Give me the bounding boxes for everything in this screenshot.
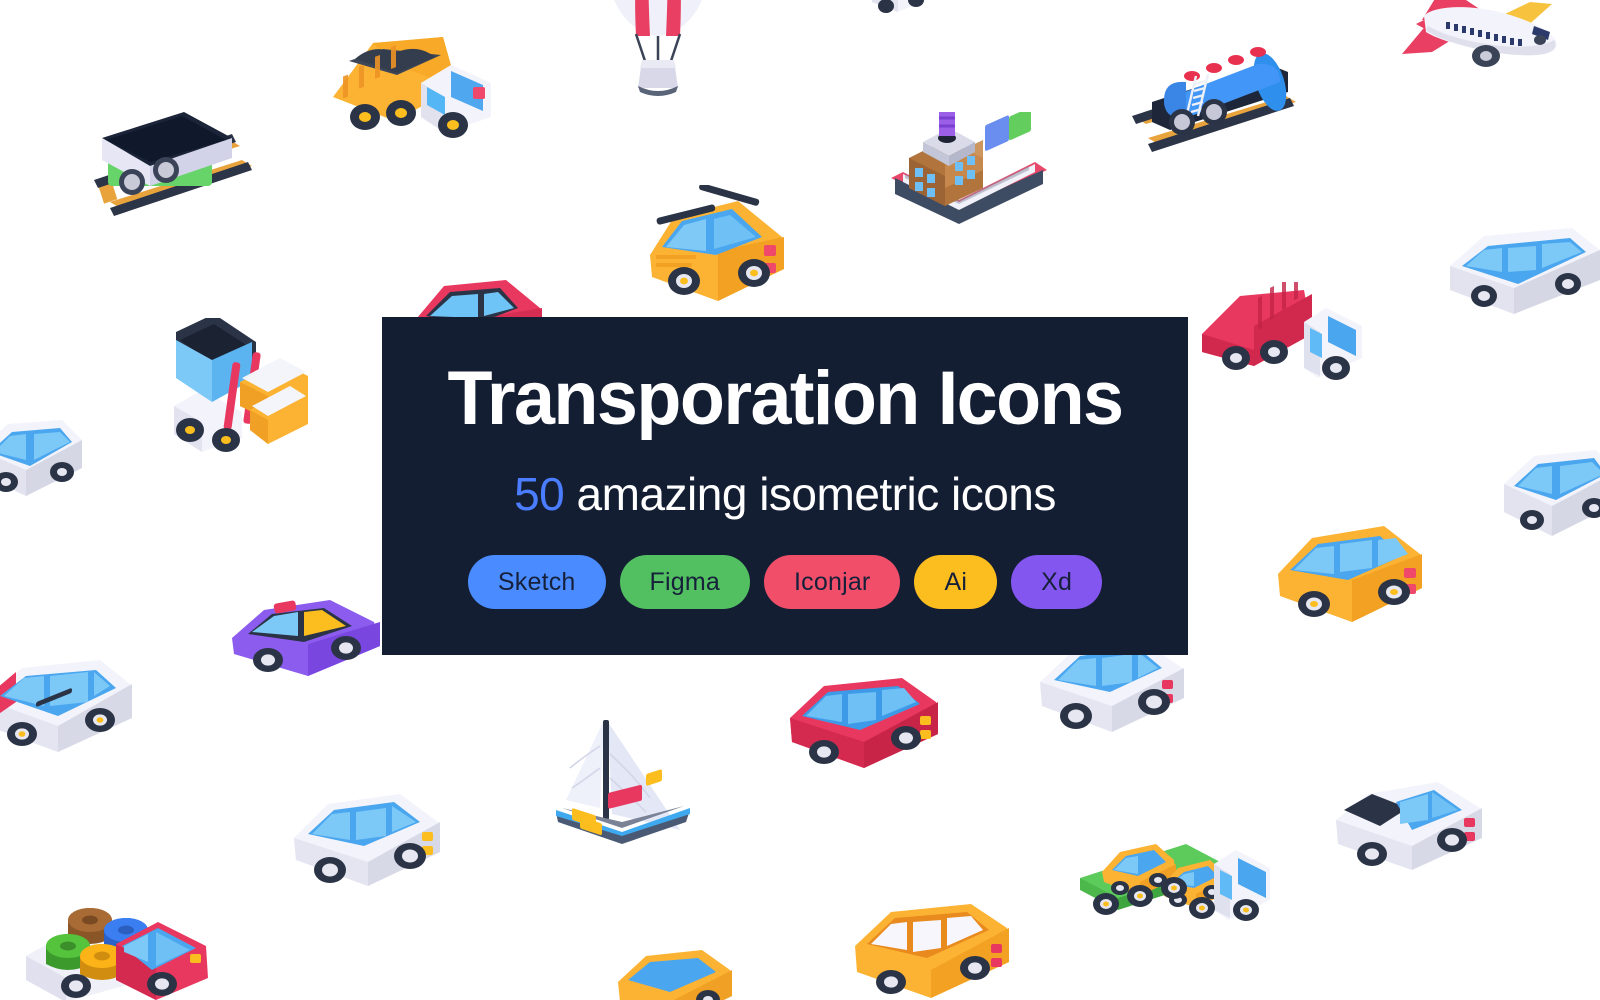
hero-card: Transporation Icons 50 amazing isometric… xyxy=(382,317,1188,655)
white-delivery-van-icon xyxy=(0,420,82,496)
cargo-ship-icon xyxy=(891,112,1047,224)
format-badge-row: Sketch Figma Iconjar Ai Xd xyxy=(467,555,1103,609)
airplane-icon xyxy=(1402,0,1557,67)
hot-air-balloon-icon xyxy=(614,0,702,96)
badge-sketch[interactable]: Sketch xyxy=(467,555,606,609)
silver-pickup-truck-icon xyxy=(1336,782,1482,870)
badge-iconjar[interactable]: Iconjar xyxy=(764,555,901,609)
tanker-rail-car-icon xyxy=(1132,47,1296,152)
barrel-pickup-truck-icon xyxy=(26,908,208,1000)
red-box-truck-icon xyxy=(1202,282,1362,380)
forklift-with-boxes-icon xyxy=(174,318,308,452)
yellow-suv-jeep-icon xyxy=(650,185,784,301)
white-minibus-icon xyxy=(1450,228,1600,314)
yellow-taxi-bottom-icon xyxy=(618,950,732,1000)
white-van-top-icon xyxy=(872,0,926,13)
subtitle: 50 amazing isometric icons xyxy=(514,471,1056,517)
poster-canvas: Transporation Icons 50 amazing isometric… xyxy=(0,0,1600,1000)
icon-count: 50 xyxy=(514,468,565,520)
dump-truck-with-coal-icon xyxy=(333,37,491,138)
subtitle-text: amazing isometric icons xyxy=(564,468,1057,520)
ambulance-van-icon xyxy=(0,660,132,752)
badge-xd[interactable]: Xd xyxy=(1011,555,1103,609)
badge-ai[interactable]: Ai xyxy=(914,555,998,609)
sailboat-icon xyxy=(556,720,690,844)
yellow-van-icon xyxy=(1278,526,1422,622)
yellow-school-bus-icon xyxy=(855,904,1009,998)
purple-sports-car-icon xyxy=(232,600,380,676)
mine-cart-on-rails-icon xyxy=(94,112,252,216)
white-hatchback-car-icon xyxy=(294,794,440,886)
car-carrier-truck-icon xyxy=(1080,844,1270,921)
white-truck-right-icon xyxy=(1504,450,1600,536)
badge-figma[interactable]: Figma xyxy=(619,555,751,609)
red-minibus-icon xyxy=(790,678,938,768)
page-title: Transporation Icons xyxy=(447,356,1124,441)
